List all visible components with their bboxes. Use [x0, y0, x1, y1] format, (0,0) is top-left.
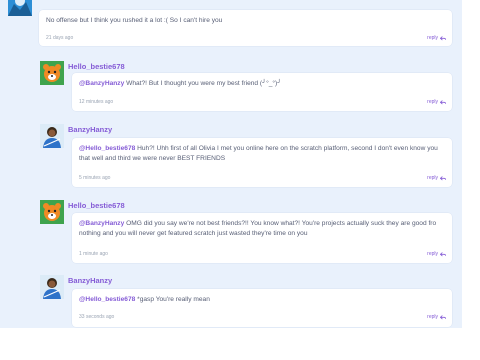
comment-card: @BanzyHanzy What?! But I thought you wer… — [72, 73, 452, 111]
reply-button[interactable]: reply — [427, 99, 446, 105]
comment-text: @Hello_bestie678 Huh?! Uhh first of all … — [79, 144, 444, 164]
tiger-avatar[interactable] — [40, 61, 64, 85]
comment-time: 5 minutes ago — [79, 175, 111, 181]
mention-link[interactable]: @Hello_bestie678 — [79, 296, 135, 303]
reply-label: reply — [427, 175, 438, 181]
reply-button[interactable]: reply — [427, 175, 446, 181]
comment-card: @BanzyHanzy OMG did you say we're not be… — [72, 213, 452, 263]
banzy-avatar[interactable] — [40, 124, 64, 148]
comment-body: OMG did you say we're not best friends?!… — [79, 220, 437, 237]
comment-username[interactable]: Hello_bestie678 — [68, 62, 125, 71]
reply-arrow-icon — [440, 175, 446, 180]
comment-card: @Hello_bestie678 Huh?! Uhh first of all … — [72, 138, 452, 187]
comment-body: *gasp You're really mean — [137, 296, 210, 303]
comment-card: No offense but I think you rushed it a l… — [39, 10, 452, 46]
comment-time: 21 days ago — [46, 35, 74, 41]
comment-time: 12 minutes ago — [79, 99, 114, 105]
reply-arrow-icon — [440, 251, 446, 256]
reply-arrow-icon — [440, 314, 446, 319]
comment-text: @BanzyHanzy What?! But I thought you wer… — [79, 79, 444, 89]
comments-page: No offense but I think you rushed it a l… — [0, 0, 462, 328]
comment-time: 1 minute ago — [79, 251, 108, 257]
comment-text: No offense but I think you rushed it a l… — [46, 16, 444, 26]
page-edge — [462, 0, 480, 360]
comment-text: @Hello_bestie678 *gasp You're really mea… — [79, 295, 444, 305]
comment-username[interactable]: Hello_bestie678 — [68, 201, 125, 210]
reply-label: reply — [427, 251, 438, 257]
mention-link[interactable]: @Hello_bestie678 — [79, 145, 135, 152]
reply-label: reply — [427, 314, 438, 320]
avatar[interactable] — [8, 0, 32, 16]
reply-label: reply — [427, 99, 438, 105]
comment-username[interactable]: BanzyHanzy — [68, 276, 112, 285]
reply-label: reply — [427, 35, 438, 41]
tiger-avatar[interactable] — [40, 200, 64, 224]
comment-body: What?! But I thought you were my best fr… — [126, 80, 282, 87]
reply-arrow-icon — [440, 99, 446, 104]
mention-link[interactable]: @BanzyHanzy — [79, 80, 124, 87]
reply-arrow-icon — [440, 35, 446, 40]
reply-button[interactable]: reply — [427, 251, 446, 257]
reply-button[interactable]: reply — [427, 35, 446, 41]
comment-time: 33 seconds ago — [79, 314, 115, 320]
banzy-avatar[interactable] — [40, 275, 64, 299]
comment-text: @BanzyHanzy OMG did you say we're not be… — [79, 219, 444, 239]
comment-body: No offense but I think you rushed it a l… — [46, 17, 223, 24]
reply-button[interactable]: reply — [427, 314, 446, 320]
comment-card: @Hello_bestie678 *gasp You're really mea… — [72, 289, 452, 327]
mention-link[interactable]: @BanzyHanzy — [79, 220, 124, 227]
comment-username[interactable]: BanzyHanzy — [68, 125, 112, 134]
